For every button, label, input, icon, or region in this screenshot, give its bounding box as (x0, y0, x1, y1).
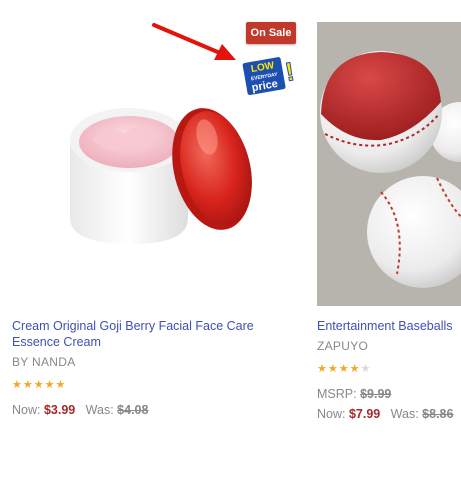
rating-stars: ★★★★★ (12, 378, 66, 391)
product-brand: BY NANDA (12, 355, 76, 369)
was-label: Was: (390, 407, 419, 421)
star-icon: ★ (33, 379, 45, 391)
was-price: $4.08 (117, 403, 149, 417)
msrp-label: MSRP: (317, 387, 357, 401)
product-title-line2: Essence Cream (12, 335, 101, 349)
product-image-baseballs[interactable] (317, 22, 461, 306)
now-price: $3.99 (43, 403, 76, 417)
now-price: $7.99 (348, 407, 381, 421)
product-title-line1: Cream Original Goji Berry Facial Face Ca… (12, 319, 254, 333)
was-price: $8.86 (422, 407, 454, 421)
star-icon: ★ (55, 379, 67, 391)
on-sale-badge: On Sale (246, 22, 296, 44)
now-label: Now: (317, 407, 346, 421)
price-line: Now: $3.99 Was: $4.08 (12, 403, 148, 417)
star-icon: ★ (349, 363, 361, 375)
was-label: Was: (85, 403, 114, 417)
star-icon: ★ (22, 379, 34, 391)
rating-stars: ★★★★★ (317, 362, 371, 375)
star-icon: ★ (12, 379, 23, 391)
star-empty-icon: ★ (360, 363, 372, 375)
star-icon: ★ (327, 363, 339, 375)
msrp-line: MSRP: $9.99 (317, 387, 391, 401)
product-card-baseballs[interactable]: Entertainment Baseballs ZAPUYO ★★★★★ MSR… (306, 0, 461, 483)
now-label: Now: (12, 403, 41, 417)
star-icon: ★ (44, 379, 56, 391)
star-icon: ★ (317, 363, 328, 375)
price-line: Now: $7.99 Was: $8.86 (317, 407, 453, 421)
low-everyday-price-icon: LOW EVERYDAY price ! (241, 56, 297, 97)
baseballs-image (317, 22, 461, 306)
product-card-goji-cream[interactable]: On Sale LOW EVERYDAY price ! Cream Origi… (0, 0, 300, 483)
red-arrow-icon (152, 23, 236, 60)
star-icon: ★ (338, 363, 350, 375)
msrp-price: $9.99 (360, 387, 392, 401)
product-title-baseballs[interactable]: Entertainment Baseballs (317, 318, 461, 334)
product-brand: ZAPUYO (317, 339, 369, 353)
product-title-goji-cream[interactable]: Cream Original Goji Berry Facial Face Ca… (12, 318, 297, 350)
